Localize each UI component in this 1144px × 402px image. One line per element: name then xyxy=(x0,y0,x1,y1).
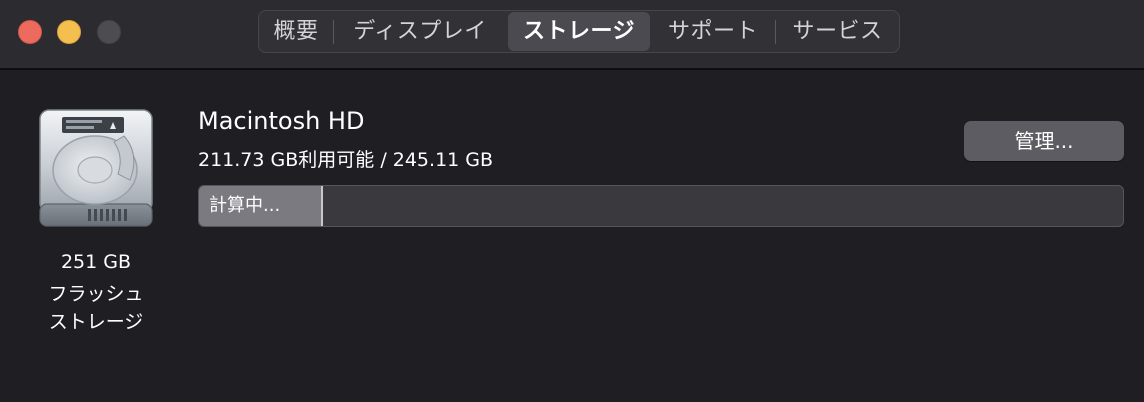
disk-type-line-2: ストレージ xyxy=(48,311,144,333)
volume-usage: 211.73 GB利用可能 / 245.11 GB xyxy=(198,149,494,171)
volume-name: Macintosh HD xyxy=(198,107,365,135)
about-this-mac-window: 概要 ディスプレイ ストレージ サポート サービス 251 GB フラッシュ ス… xyxy=(0,0,1144,402)
minimize-window-button[interactable] xyxy=(57,20,81,44)
storage-usage-bar: 計算中... xyxy=(198,185,1124,227)
tab-storage[interactable]: ストレージ xyxy=(508,12,650,51)
title-bar: 概要 ディスプレイ ストレージ サポート サービス xyxy=(0,0,1144,70)
zoom-window-button[interactable] xyxy=(97,20,121,44)
disk-capacity: 251 GB xyxy=(60,251,132,273)
tab-support[interactable]: サポート xyxy=(652,11,774,52)
hard-drive-icon xyxy=(38,108,154,230)
close-window-button[interactable] xyxy=(18,20,42,44)
disk-type-line-1: フラッシュ xyxy=(48,283,144,305)
manage-button[interactable]: 管理... xyxy=(964,121,1124,161)
tab-overview[interactable]: 概要 xyxy=(259,11,333,52)
tab-bar: 概要 ディスプレイ ストレージ サポート サービス xyxy=(258,10,900,53)
tab-displays[interactable]: ディスプレイ xyxy=(334,11,506,52)
tab-service[interactable]: サービス xyxy=(776,11,899,52)
calculating-segment: 計算中... xyxy=(199,186,323,226)
